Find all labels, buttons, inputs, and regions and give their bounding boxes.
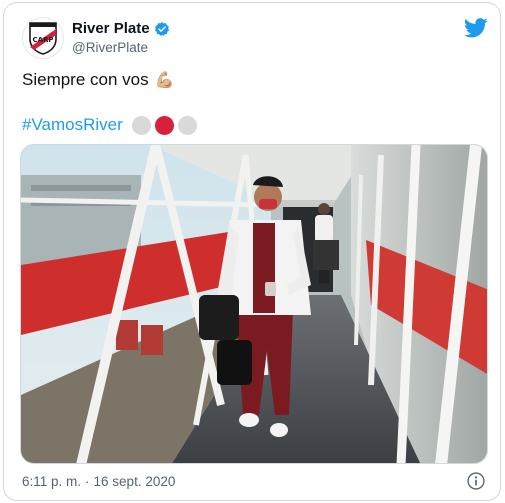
emoji-circles (131, 115, 197, 135)
jet-bridge-photo (21, 145, 487, 463)
tweet-photo[interactable] (20, 144, 488, 464)
red-circle-emoji (154, 115, 174, 135)
avatar[interactable]: CARP (22, 17, 64, 59)
meta-separator: · (85, 474, 90, 489)
account-names: River Plate @RiverPlate (72, 20, 170, 55)
tweet-text-content: Siempre con vos (22, 70, 149, 89)
tweet-date[interactable]: 16 sept. 2020 (94, 474, 176, 489)
tweet-time[interactable]: 6:11 p. m. (22, 474, 81, 489)
white-circle-emoji (177, 115, 197, 135)
hashtag-link[interactable]: #VamosRiver (22, 115, 123, 135)
flexed-biceps-emoji: 💪🏼 (154, 72, 175, 89)
tweet-header: CARP River Plate @RiverPlate (22, 17, 488, 61)
hashtag-line: #VamosRiver (22, 115, 197, 135)
tweet-text: Siempre con vos 💪🏼 (22, 70, 175, 90)
display-name[interactable]: River Plate (72, 20, 150, 37)
info-icon[interactable] (466, 471, 486, 491)
tweet-meta: 6:11 p. m. · 16 sept. 2020 (22, 474, 175, 489)
twitter-bird-icon[interactable] (464, 17, 488, 39)
tweet-card[interactable]: CARP River Plate @RiverPlate Siempre con… (3, 2, 501, 501)
river-plate-crest-icon: CARP (29, 22, 57, 55)
verified-badge-icon (154, 21, 169, 36)
account-handle[interactable]: @RiverPlate (72, 40, 170, 55)
white-circle-emoji (131, 115, 151, 135)
svg-text:CARP: CARP (32, 36, 53, 44)
